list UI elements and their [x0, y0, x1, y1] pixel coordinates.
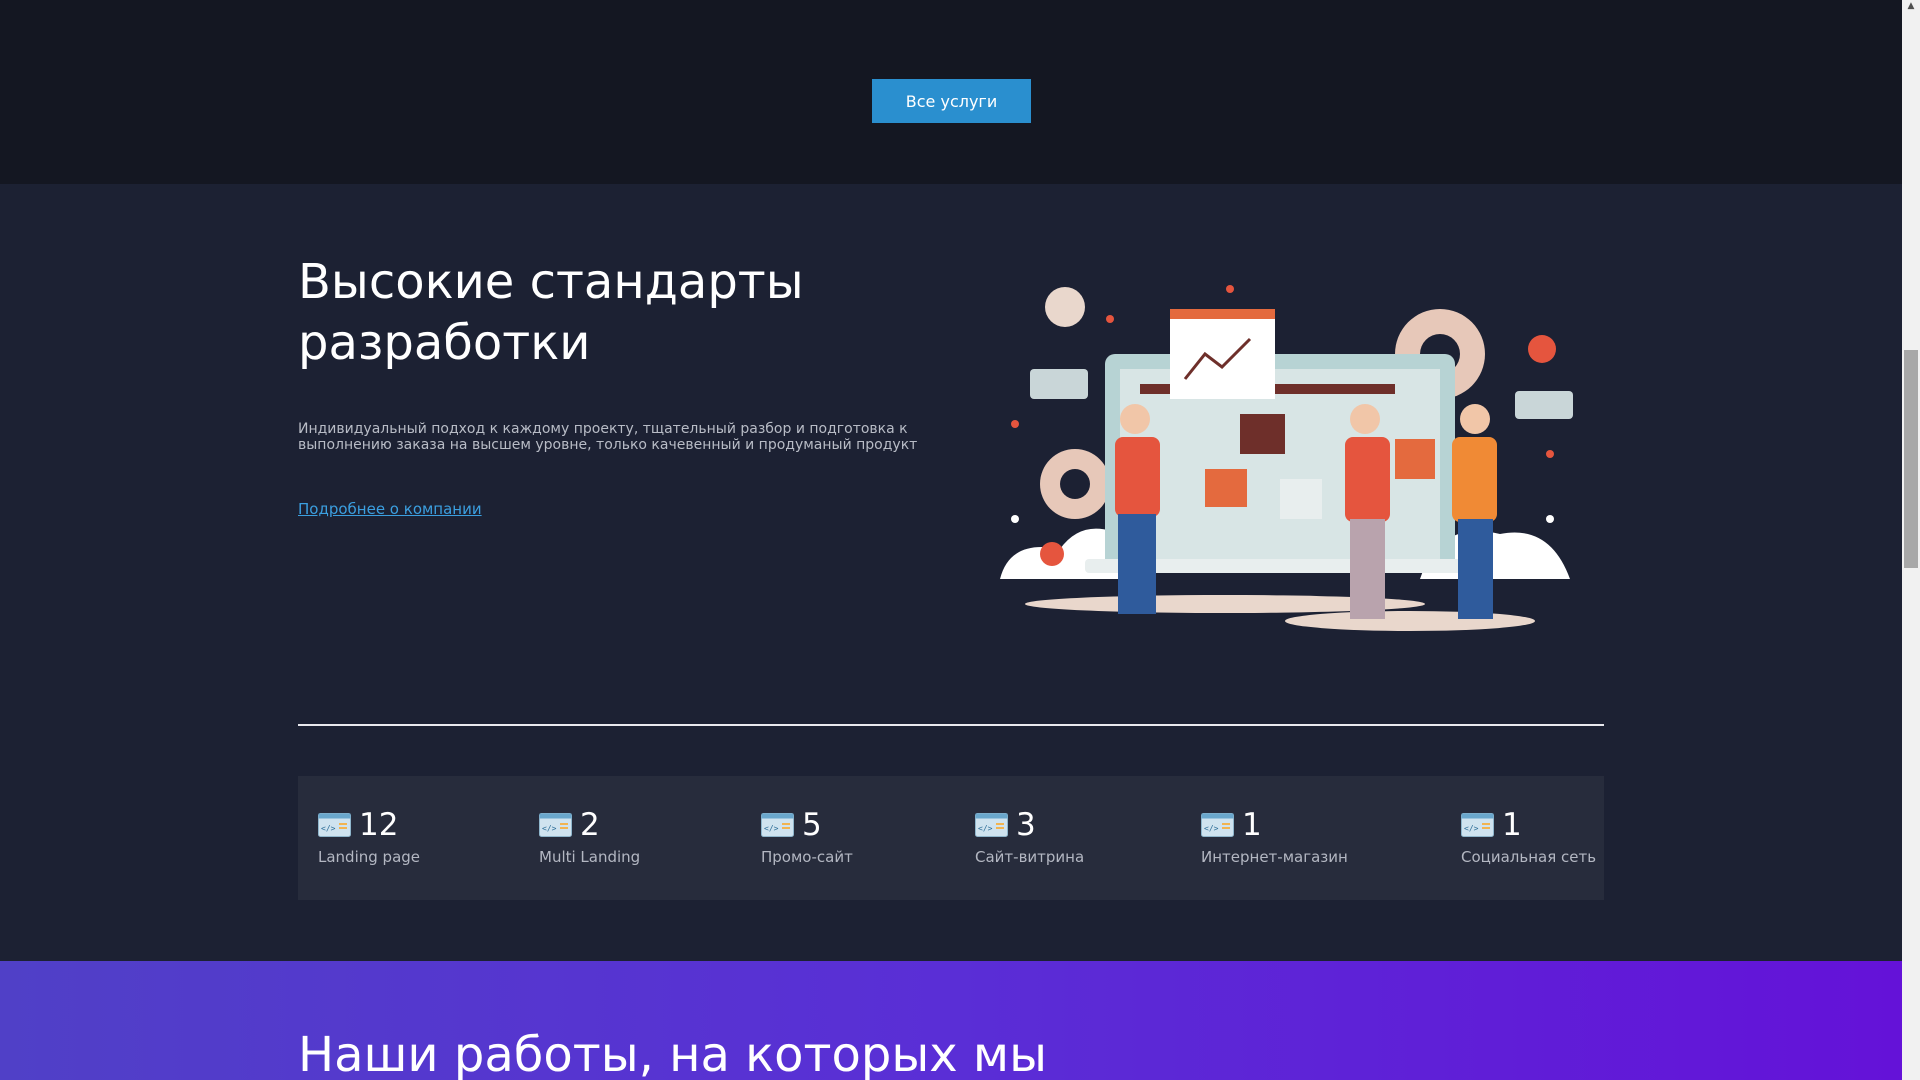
works-title: Наши работы, на которых мы [298, 1027, 1047, 1080]
svg-text:</>: </> [321, 824, 336, 833]
svg-text:</>: </> [1204, 824, 1219, 833]
stat-item: </> 1 Интернет-магазин [1201, 806, 1348, 866]
stat-value: 3 [1016, 807, 1036, 843]
stat-item: </> 3 Сайт-витрина [975, 806, 1084, 866]
page-scrollbar[interactable]: ▲ [1902, 0, 1920, 1080]
code-window-icon: </> [761, 813, 794, 837]
svg-text:</>: </> [542, 824, 557, 833]
svg-text:</>: </> [764, 824, 779, 833]
code-window-icon: </> [975, 813, 1008, 837]
code-window-icon: </> [539, 813, 572, 837]
code-window-icon: </> [318, 813, 351, 837]
stat-value: 1 [1502, 807, 1522, 843]
stat-value: 5 [802, 807, 822, 843]
team-collaboration-illustration [1000, 285, 1573, 631]
stat-label: Промо-сайт [761, 848, 853, 866]
standards-section: Высокие стандарты разработки Индивидуаль… [0, 184, 1902, 961]
project-stats-panel: </> 12 Landing page </> 2 Multi Landing … [298, 776, 1604, 900]
stat-item: </> 1 Социальная сеть [1461, 806, 1596, 866]
stat-label: Сайт-витрина [975, 848, 1085, 866]
scroll-thumb[interactable] [1904, 350, 1918, 568]
stat-value: 2 [580, 807, 600, 843]
top-section: Все услуги [0, 0, 1902, 184]
standards-title: Высокие стандарты разработки [298, 252, 918, 374]
stat-item: </> 5 Промо-сайт [761, 806, 853, 866]
stat-label: Multi Landing [539, 848, 641, 866]
stat-item: </> 2 Multi Landing [539, 806, 640, 866]
stat-value: 12 [359, 807, 399, 843]
stat-item: </> 12 Landing page [318, 806, 420, 866]
stat-label: Социальная сеть [1461, 848, 1597, 866]
about-company-link[interactable]: Подробнее о компании [298, 500, 482, 518]
all-services-button[interactable]: Все услуги [872, 79, 1031, 123]
stat-value: 1 [1242, 807, 1262, 843]
code-window-icon: </> [1201, 813, 1234, 837]
standards-description: Индивидуальный подход к каждому проекту,… [298, 421, 918, 453]
standards-title-line1: Высокие стандарты [298, 254, 804, 310]
scroll-up-icon[interactable]: ▲ [1906, 2, 1916, 11]
stat-label: Интернет-магазин [1201, 848, 1348, 866]
svg-text:</>: </> [1464, 824, 1479, 833]
svg-text:</>: </> [978, 824, 993, 833]
code-window-icon: </> [1461, 813, 1494, 837]
standards-title-line2: разработки [298, 315, 591, 371]
section-divider [298, 724, 1604, 726]
works-section: Наши работы, на которых мы [0, 961, 1902, 1080]
stat-label: Landing page [318, 848, 421, 866]
